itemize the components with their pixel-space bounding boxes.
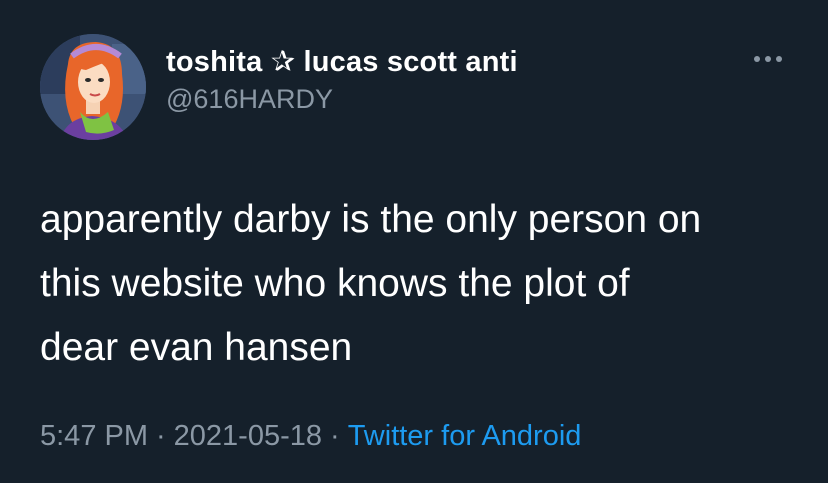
avatar[interactable] xyxy=(40,34,146,140)
display-name[interactable]: toshita ✰ lucas scott anti xyxy=(166,44,518,79)
daphne-avatar-icon xyxy=(40,34,146,140)
tweet-time[interactable]: 5:47 PM xyxy=(40,420,148,452)
meta-separator: · xyxy=(156,420,166,452)
more-horizontal-icon[interactable] xyxy=(752,52,784,66)
meta-separator: · xyxy=(330,420,340,452)
tweet-meta: 5:47 PM · 2021-05-18 · Twitter for Android xyxy=(40,420,581,453)
tweet-date[interactable]: 2021-05-18 xyxy=(174,420,322,452)
tweet-text: apparently darby is the only person on t… xyxy=(40,198,702,369)
user-handle[interactable]: @616HARDY xyxy=(166,84,333,115)
tweet-source-link[interactable]: Twitter for Android xyxy=(348,420,582,452)
tweet-card: toshita ✰ lucas scott anti @616HARDY app… xyxy=(0,0,828,483)
